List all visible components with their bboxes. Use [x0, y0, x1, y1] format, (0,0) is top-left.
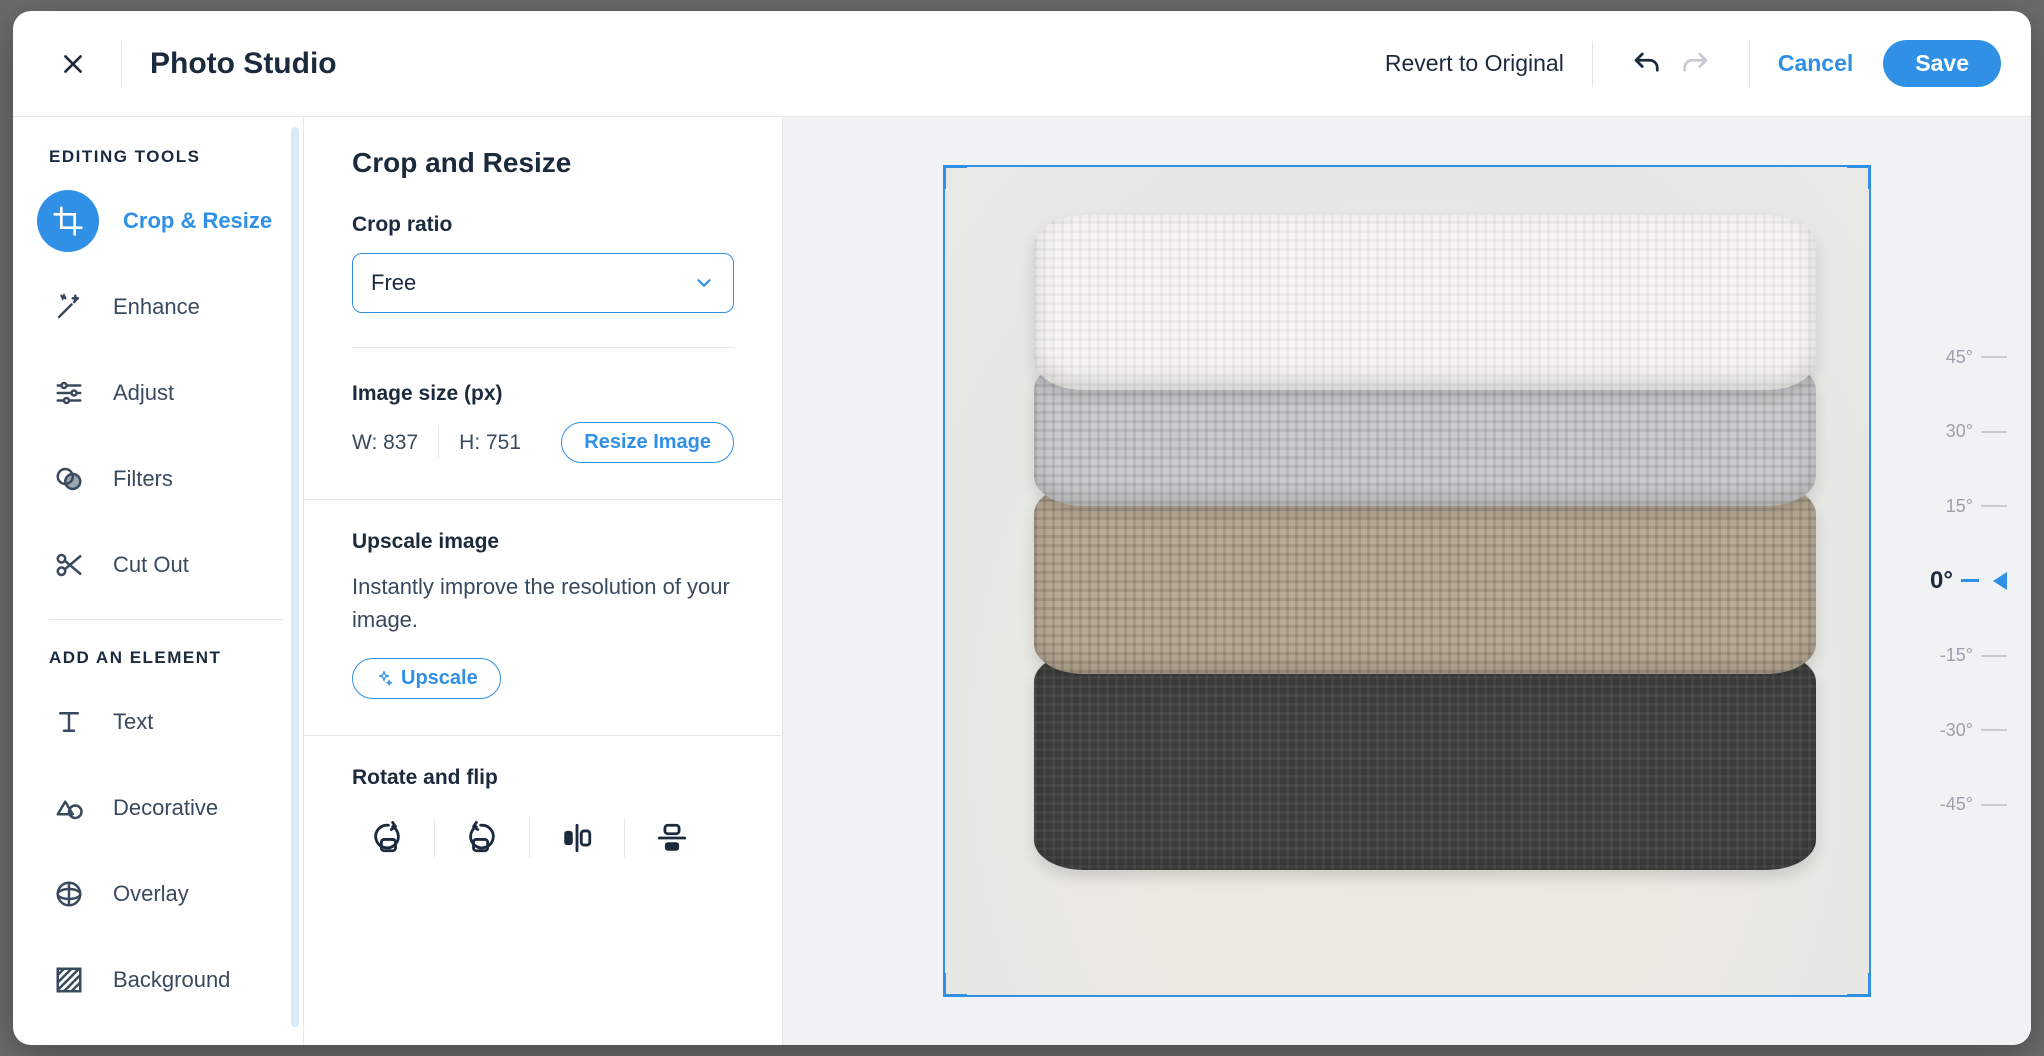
rotation-scale[interactable]: 45° 30° 15° 0° -15° -30° -45° — [1897, 321, 2007, 841]
resize-image-button[interactable]: Resize Image — [561, 422, 734, 463]
crop-handle-tl[interactable] — [943, 165, 967, 189]
image-width: W: 837 — [352, 431, 418, 455]
sidebar-item-adjust[interactable]: Adjust — [49, 361, 303, 425]
sidebar-item-cutout[interactable]: Cut Out — [49, 533, 303, 597]
canvas-area: 45° 30° 15° 0° -15° -30° -45° — [783, 117, 2031, 1045]
rotation-tick: -45° — [1897, 768, 2007, 841]
crop-handle-tr[interactable] — [1847, 165, 1871, 189]
sidebar-section-tools: EDITING TOOLS — [49, 147, 303, 167]
enhance-icon — [49, 287, 89, 327]
settings-panel: Crop and Resize Crop ratio Free Image si… — [303, 117, 783, 1045]
divider — [438, 427, 439, 459]
rotation-current[interactable]: 0° — [1897, 545, 2007, 618]
undo-button[interactable] — [1621, 39, 1671, 89]
rotation-tick: 30° — [1897, 396, 2007, 469]
sidebar-item-crop-resize[interactable]: Crop & Resize — [49, 189, 303, 253]
image-preview — [982, 200, 1851, 929]
sidebar: EDITING TOOLS Crop & Resize Enhance Adju… — [13, 117, 303, 1045]
photo-studio-modal: Photo Studio Revert to Original Cancel S… — [13, 11, 2031, 1045]
sidebar-item-text[interactable]: Text — [49, 690, 303, 754]
shapes-icon — [49, 788, 89, 828]
sidebar-item-background[interactable]: Background — [49, 948, 303, 1012]
sidebar-item-decorative[interactable]: Decorative — [49, 776, 303, 840]
adjust-icon — [49, 373, 89, 413]
sidebar-item-label: Crop & Resize — [123, 208, 272, 234]
divider — [352, 347, 734, 348]
crop-handle-br[interactable] — [1847, 973, 1871, 997]
rotation-tick: 15° — [1897, 470, 2007, 543]
revert-link[interactable]: Revert to Original — [1385, 50, 1564, 77]
close-button[interactable] — [53, 44, 93, 84]
image-size-label: Image size (px) — [352, 382, 734, 406]
rotate-ccw-button[interactable] — [447, 810, 517, 866]
divider — [1592, 41, 1593, 87]
flip-horizontal-icon — [560, 821, 594, 855]
upscale-button-label: Upscale — [401, 667, 478, 690]
flip-vertical-icon — [655, 821, 689, 855]
sidebar-scrollbar[interactable] — [291, 127, 299, 1027]
divider — [624, 818, 625, 858]
overlay-icon — [49, 874, 89, 914]
modal-title: Photo Studio — [150, 47, 337, 81]
flip-vertical-button[interactable] — [637, 810, 707, 866]
panel-title: Crop and Resize — [352, 147, 734, 179]
chevron-down-icon — [693, 272, 715, 294]
sidebar-item-label: Cut Out — [113, 552, 189, 578]
background-icon — [49, 960, 89, 1000]
divider — [529, 818, 530, 858]
upscale-desc: Instantly improve the resolution of your… — [352, 570, 734, 636]
crop-ratio-value: Free — [371, 270, 416, 296]
crop-handle-bl[interactable] — [943, 973, 967, 997]
sidebar-item-overlay[interactable]: Overlay — [49, 862, 303, 926]
rotation-tick: 45° — [1897, 321, 2007, 394]
upscale-button[interactable]: Upscale — [352, 658, 501, 699]
sparkle-icon — [375, 670, 393, 688]
sidebar-item-label: Decorative — [113, 795, 218, 821]
crop-icon — [37, 190, 99, 252]
upscale-title: Upscale image — [352, 530, 734, 554]
rotate-ccw-icon — [465, 821, 499, 855]
sidebar-item-filters[interactable]: Filters — [49, 447, 303, 511]
sidebar-section-add: ADD AN ELEMENT — [49, 648, 303, 668]
sidebar-item-label: Adjust — [113, 380, 174, 406]
divider — [1749, 41, 1750, 87]
crop-ratio-label: Crop ratio — [352, 213, 734, 237]
sidebar-item-label: Text — [113, 709, 153, 735]
sidebar-item-enhance[interactable]: Enhance — [49, 275, 303, 339]
sidebar-item-label: Enhance — [113, 294, 200, 320]
close-icon — [60, 51, 86, 77]
cancel-button[interactable]: Cancel — [1778, 50, 1853, 77]
filters-icon — [49, 459, 89, 499]
sidebar-item-label: Background — [113, 967, 230, 993]
rotate-flip-title: Rotate and flip — [352, 766, 734, 790]
crop-frame[interactable] — [943, 165, 1871, 997]
image-height: H: 751 — [459, 431, 521, 455]
divider — [434, 818, 435, 858]
crop-ratio-select[interactable]: Free — [352, 253, 734, 313]
rotate-cw-button[interactable] — [352, 810, 422, 866]
body: EDITING TOOLS Crop & Resize Enhance Adju… — [13, 117, 2031, 1045]
rotate-cw-icon — [370, 821, 404, 855]
save-button[interactable]: Save — [1883, 40, 2001, 87]
sidebar-separator — [49, 619, 283, 620]
rotation-tick: -30° — [1897, 694, 2007, 767]
rotation-tick: -15° — [1897, 619, 2007, 692]
rotation-indicator-icon — [1993, 572, 2007, 590]
divider — [121, 41, 122, 87]
header: Photo Studio Revert to Original Cancel S… — [13, 11, 2031, 117]
scissors-icon — [49, 545, 89, 585]
undo-icon — [1631, 49, 1661, 79]
redo-button — [1671, 39, 1721, 89]
flip-horizontal-button[interactable] — [542, 810, 612, 866]
sidebar-item-label: Overlay — [113, 881, 189, 907]
redo-icon — [1681, 49, 1711, 79]
sidebar-item-label: Filters — [113, 466, 173, 492]
text-icon — [49, 702, 89, 742]
